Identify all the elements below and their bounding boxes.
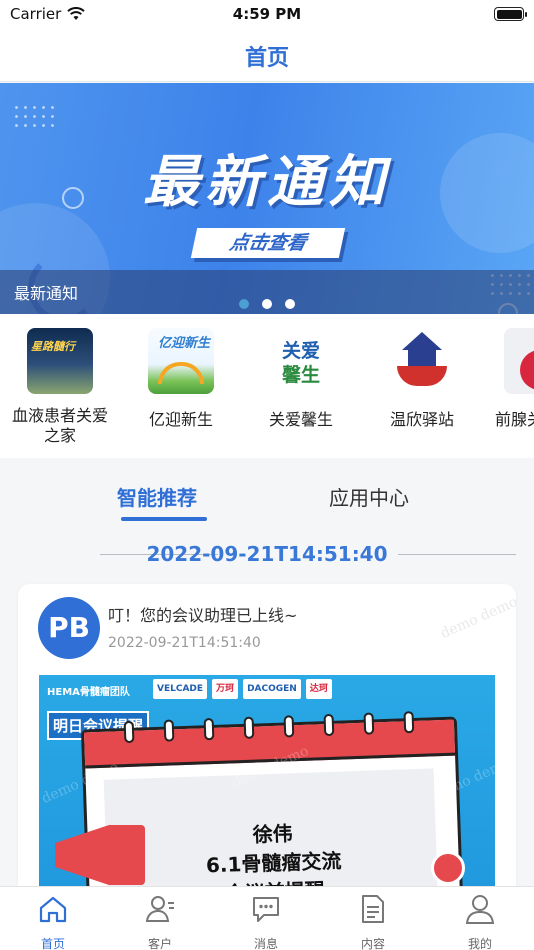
poster-logo: DACOGEN [243,679,301,699]
banner-title: 最新通知 [143,150,391,215]
tabbar-content[interactable]: 内容 [333,893,413,950]
status-bar: Carrier 4:59 PM [0,0,534,28]
page-title: 首页 [244,46,289,71]
poster-logo: 万珂 [212,679,239,699]
customer-icon [145,896,174,922]
service-blood-care[interactable]: 星路髓行 血液患者关爱之家 [0,328,120,446]
banner-view-button[interactable]: 点击查看 [190,228,346,258]
service-wen-xin[interactable]: 温欣驿站 [362,328,482,430]
blood-care-icon: 星路髓行 [27,328,93,394]
service-shortcuts: 星路髓行 血液患者关爱之家 亿迎新生 亿迎新生 关爱 馨生 关爱馨生 温欣驿站 [0,314,534,458]
page-dot-2[interactable] [262,299,272,309]
bottom-tab-bar: 首页 客户 消息 内容 我的 [0,886,534,950]
message-icon [253,897,279,922]
poster-logo: VELCADE [153,679,208,699]
decor-dots [12,103,58,133]
service-label: 关爱馨生 [268,410,333,429]
service-label: 血液患者关爱之家 [12,406,109,445]
message-card[interactable]: PB 叮！您的会议助理已上线~ 2022-09-21T14:51:40 demo… [18,584,516,924]
banner-carousel[interactable]: 最新通知 点击查看 最新通知 [0,83,534,314]
page-dot-3[interactable] [285,299,295,309]
clock: 4:59 PM [232,5,302,23]
feed-tabs: 智能推荐 应用中心 [0,466,534,526]
document-icon [362,895,384,923]
guan-ai-icon-text: 关爱 [281,340,320,362]
service-label: 温欣驿站 [389,410,454,429]
nav-bar: 首页 [0,28,534,82]
feed-date: 2022-09-21T14:51:40 [146,542,388,566]
avatar: PB [38,597,100,659]
service-label: 前腺关 [495,410,534,429]
tab-smart-recommend[interactable]: 智能推荐 [117,482,197,511]
tabbar-label: 我的 [467,937,492,950]
tabbar-label: 消息 [253,937,278,950]
watermark: demo demo [438,593,516,643]
service-guan-ai[interactable]: 关爱 馨生 关爱馨生 [241,328,361,430]
tabbar-message[interactable]: 消息 [226,893,306,950]
prostate-icon [504,328,534,394]
tab-indicator [121,517,207,521]
page-dot-1[interactable] [239,299,249,309]
page-indicators [0,299,534,309]
poster-logos: VELCADE 万珂 DACOGEN 达珂 [153,679,332,699]
tab-app-center[interactable]: 应用中心 [329,482,409,511]
app-screen: Carrier 4:59 PM 首页 最新通知 点击查看 最新通知 星路髓行 血… [0,0,534,950]
date-divider: 2022-09-21T14:51:40 [18,540,516,570]
service-prostate[interactable]: 前腺关 [477,328,534,430]
yi-ying-icon: 亿迎新生 [148,328,214,394]
guan-ai-icon-text: 馨生 [281,364,320,386]
message-title: 叮！您的会议助理已上线~ [108,606,298,625]
microphone-icon [431,851,465,885]
blood-care-icon-text: 星路髓行 [31,340,75,353]
tabbar-customer[interactable]: 客户 [120,893,200,950]
tabbar-label: 内容 [360,937,385,950]
battery-icon [494,7,527,21]
service-label: 亿迎新生 [148,410,213,429]
tabbar-home[interactable]: 首页 [13,893,93,950]
profile-icon [465,895,495,924]
poster-org: HEMA骨髓瘤团队 [47,687,130,698]
megaphone-icon [55,825,145,885]
tabbar-profile[interactable]: 我的 [440,893,520,950]
tabbar-label: 首页 [40,937,65,950]
home-icon [39,896,67,923]
service-yi-ying[interactable]: 亿迎新生 亿迎新生 [121,328,241,430]
poster-logo: 达珂 [305,679,332,699]
house-icon [389,328,455,394]
message-time: 2022-09-21T14:51:40 [108,635,261,651]
guan-ai-icon: 关爱 馨生 [268,328,334,394]
tabbar-label: 客户 [147,937,172,950]
yi-ying-icon-text: 亿迎新生 [158,336,211,351]
